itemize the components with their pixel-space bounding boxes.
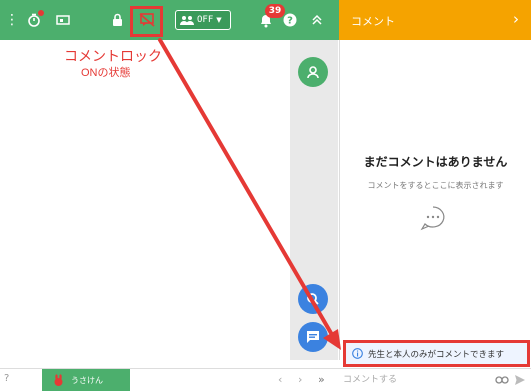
annotation-arrow	[158, 38, 341, 350]
